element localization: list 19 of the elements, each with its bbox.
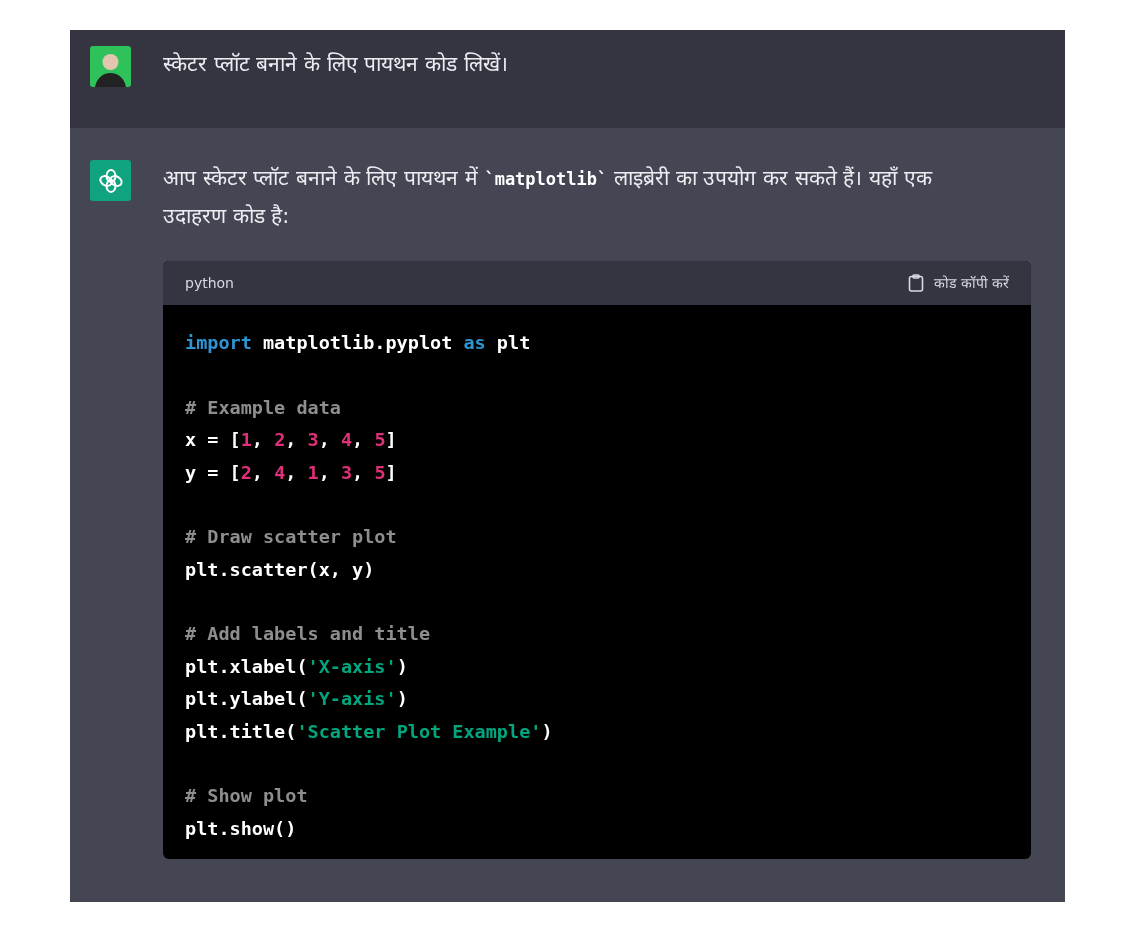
code-line: x = [1, 2, 3, 4, 5] — [185, 428, 398, 452]
code-line: plt.xlabel('X-axis') — [185, 654, 409, 679]
code-line: plt.title('Scatter Plot Example') — [185, 719, 554, 744]
language-label: python — [185, 273, 234, 293]
copy-code-button[interactable]: कोड कॉपी करें — [908, 272, 1009, 294]
code-line: # Draw scatter plot — [185, 525, 398, 549]
code-line: # Add labels and title — [185, 622, 432, 646]
code-line: plt.show() — [185, 816, 298, 841]
code-line: y = [2, 4, 1, 3, 5] — [185, 460, 398, 485]
code-line: plt.ylabel('Y-axis') — [185, 687, 409, 711]
reply-text: आप स्केटर प्लॉट बनाने के लिए पायथन में `matplotlib` लाइब्रेरी का उपयोग कर सकते हैं। यहाँ एक उदाहरण कोड है: — [163, 165, 934, 230]
avatar-placeholder — [90, 46, 131, 87]
prompt-text: स्केटर प्लॉट बनाने के लिए पायथन कोड लिखें। — [163, 51, 509, 78]
code-line: # Example data — [185, 395, 342, 420]
knot-logo-icon — [97, 167, 124, 194]
code-line: # Show plot — [185, 784, 309, 808]
code-line: plt.scatter(x, y) — [185, 557, 376, 582]
clipboard-icon — [908, 274, 925, 292]
code-line: import matplotlib.pyplot as plt — [185, 331, 532, 355]
